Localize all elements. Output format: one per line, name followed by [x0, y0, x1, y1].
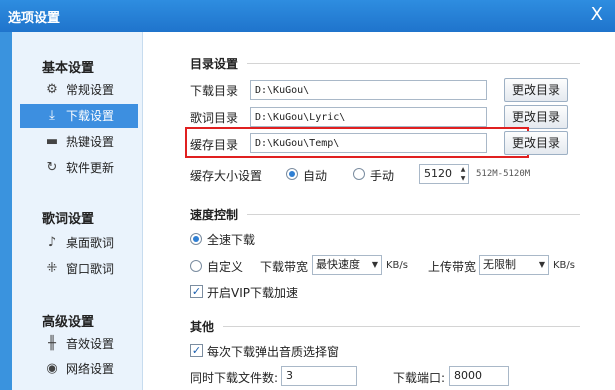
download-bandwidth-label: 下载带宽 [260, 260, 309, 274]
concurrent-downloads-field[interactable]: 3 [281, 366, 357, 386]
sidebar-item-download[interactable]: ⤓ 下载设置 [20, 104, 138, 128]
section-divider [247, 63, 580, 64]
lyric-dir-field[interactable]: D:\KuGou\Lyric\ [250, 107, 487, 127]
section-title-speed: 速度控制 [190, 208, 239, 222]
cache-auto-label: 自动 [303, 169, 328, 183]
cache-dir-field[interactable]: D:\KuGou\Temp\ [250, 133, 487, 153]
update-icon: ↻ [46, 160, 58, 175]
vip-accel-checkbox[interactable]: ✓ [190, 285, 203, 298]
sidebar-item-hotkey[interactable]: ▬ 热键设置 [20, 130, 138, 154]
sidebar-item-general[interactable]: ⚙ 常规设置 [20, 78, 138, 102]
upload-unit: KB/s [553, 260, 575, 271]
sidebar-item-update[interactable]: ↻ 软件更新 [20, 156, 138, 180]
download-dir-label: 下载目录 [190, 84, 239, 98]
sidebar-item-label: 下载设置 [66, 109, 115, 123]
spin-down-icon[interactable]: ▼ [458, 174, 468, 183]
cache-manual-radio[interactable] [353, 168, 365, 180]
sidebar-item-label: 网络设置 [66, 362, 115, 376]
sidebar-item-label: 常规设置 [66, 83, 115, 97]
custom-speed-label: 自定义 [207, 260, 244, 274]
download-port-field[interactable]: 8000 [449, 366, 509, 386]
cache-size-label: 缓存大小设置 [190, 169, 263, 183]
sidebar-item-audio[interactable]: ╫ 音效设置 [20, 332, 138, 356]
title-bar[interactable]: 选项设置 X [0, 0, 615, 32]
download-port-label: 下载端口: [393, 371, 446, 385]
cache-manual-label: 手动 [370, 169, 395, 183]
download-icon: ⤓ [49, 108, 55, 123]
network-icon: ◉ [46, 361, 58, 376]
sidebar-item-label: 热键设置 [66, 135, 115, 149]
vip-accel-label: 开启VIP下载加速 [207, 286, 298, 300]
section-divider [247, 214, 580, 215]
upload-bandwidth-value: 无限制 [483, 258, 516, 271]
options-dialog: 选项设置 X 基本设置 ⚙ 常规设置 ⤓ 下载设置 ▬ 热键设置 ↻ 软件更新 … [0, 0, 615, 390]
keyboard-icon: ▬ [45, 134, 59, 149]
settings-panel: 目录设置 下载目录 D:\KuGou\ 更改目录 歌词目录 D:\KuGou\L… [143, 32, 615, 390]
section-title-directory: 目录设置 [190, 57, 239, 71]
window-left-border [0, 32, 12, 390]
sidebar-group-basic: 基本设置 [42, 61, 95, 76]
change-lyric-dir-button[interactable]: 更改目录 [504, 105, 568, 129]
download-unit: KB/s [386, 260, 408, 271]
sidebar-group-advanced: 高级设置 [42, 315, 95, 330]
sidebar-item-label: 软件更新 [66, 161, 115, 175]
sidebar-item-label: 桌面歌词 [66, 236, 115, 250]
sidebar-item-network[interactable]: ◉ 网络设置 [20, 357, 138, 381]
desktop-lyric-icon: ♪ [47, 235, 57, 250]
chevron-down-icon: ▼ [538, 260, 545, 269]
section-divider [223, 326, 580, 327]
sidebar-item-desktop-lyric[interactable]: ♪ 桌面歌词 [20, 231, 138, 255]
custom-speed-radio[interactable] [190, 260, 202, 272]
concurrent-downloads-label: 同时下载文件数: [190, 371, 279, 385]
gear-icon: ⚙ [46, 82, 58, 97]
sidebar-item-label: 窗口歌词 [66, 262, 115, 276]
sidebar-item-window-lyric[interactable]: ⁜ 窗口歌词 [20, 257, 138, 281]
download-dir-field[interactable]: D:\KuGou\ [250, 80, 487, 100]
change-cache-dir-button[interactable]: 更改目录 [504, 131, 568, 155]
change-download-dir-button[interactable]: 更改目录 [504, 78, 568, 102]
upload-bandwidth-label: 上传带宽 [428, 260, 477, 274]
quality-popup-checkbox[interactable]: ✓ [190, 344, 203, 357]
equalizer-icon: ╫ [48, 336, 56, 351]
window-lyric-icon: ⁜ [46, 261, 58, 276]
full-speed-label: 全速下载 [207, 233, 256, 247]
cache-size-hint: 512M-5120M [476, 169, 531, 179]
lyric-dir-label: 歌词目录 [190, 111, 239, 125]
spin-up-icon[interactable]: ▲ [458, 165, 468, 174]
cache-size-stepper[interactable]: 5120 ▲ ▼ [419, 164, 469, 184]
sidebar: 基本设置 ⚙ 常规设置 ⤓ 下载设置 ▬ 热键设置 ↻ 软件更新 歌词设置 ♪ … [12, 32, 143, 390]
download-bandwidth-value: 最快速度 [316, 258, 360, 271]
chevron-down-icon: ▼ [371, 260, 378, 269]
section-title-other: 其他 [190, 320, 215, 334]
cache-size-value: 5120 [424, 167, 452, 180]
full-speed-radio[interactable] [190, 233, 202, 245]
sidebar-group-lyric: 歌词设置 [42, 212, 95, 227]
close-icon[interactable]: X [591, 4, 603, 25]
cache-auto-radio[interactable] [286, 168, 298, 180]
sidebar-item-label: 音效设置 [66, 337, 115, 351]
upload-bandwidth-select[interactable]: 无限制 ▼ [479, 255, 549, 275]
cache-dir-label: 缓存目录 [190, 138, 239, 152]
download-bandwidth-select[interactable]: 最快速度 ▼ [312, 255, 382, 275]
window-title: 选项设置 [8, 11, 61, 26]
quality-popup-label: 每次下载弹出音质选择窗 [207, 345, 340, 359]
